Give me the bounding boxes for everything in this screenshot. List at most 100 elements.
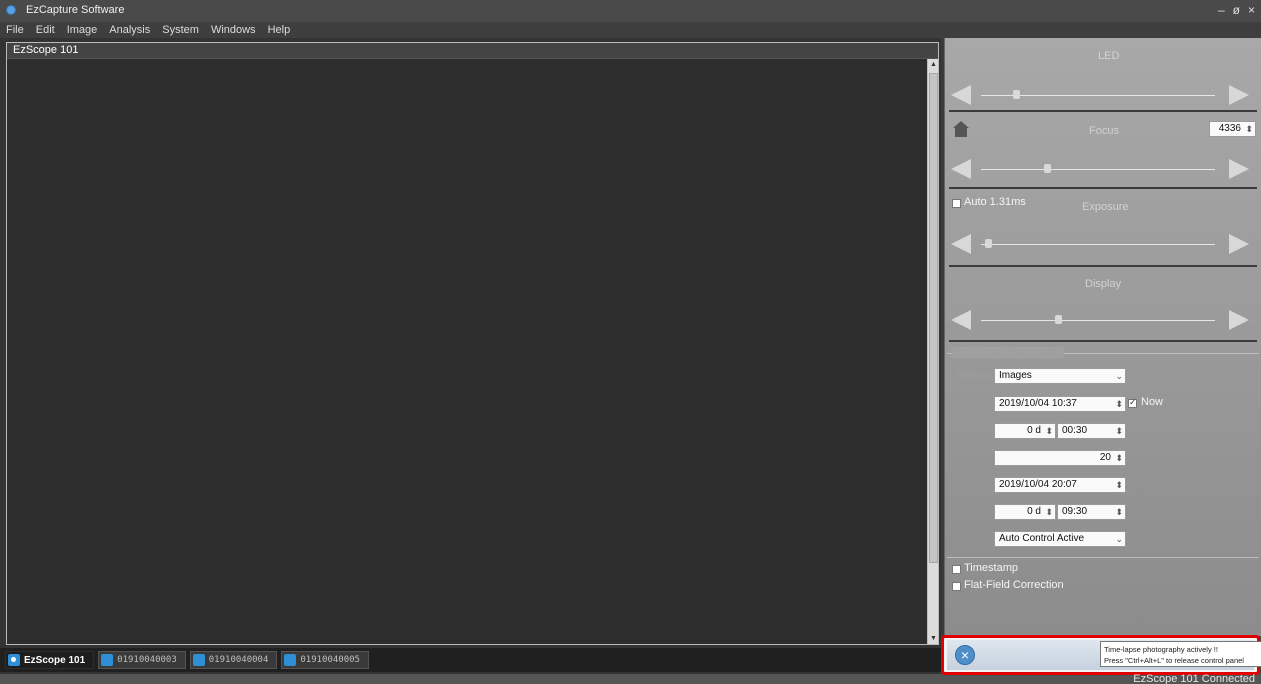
display-increase-button[interactable] <box>1229 310 1249 330</box>
spinner-arrows-icon[interactable]: ⬍ <box>1245 122 1253 136</box>
duration-time-value: 09:30 <box>1062 506 1088 517</box>
exposure-label: Exposure <box>1082 201 1129 213</box>
menu-help[interactable]: Help <box>268 22 291 38</box>
tab-label: 01910040004 <box>208 655 269 665</box>
focus-value-spinner[interactable]: 4336 ⬍ <box>1209 121 1256 137</box>
flatfield-label: Flat-Field Correction <box>964 579 1064 591</box>
focus-value: 4336 <box>1218 123 1241 134</box>
start-datetime-field[interactable]: 2019/10/04 10:37 ⬍ <box>994 396 1126 412</box>
focus-increase-button[interactable] <box>1229 159 1249 179</box>
led-decrease-button[interactable] <box>951 85 971 105</box>
image-file-icon <box>284 654 297 666</box>
divider <box>949 340 1257 342</box>
menu-edit[interactable]: Edit <box>36 22 55 38</box>
menu-analysis[interactable]: Analysis <box>109 22 150 38</box>
duration-days-value: 0 d <box>1027 506 1041 517</box>
close-notification-icon[interactable]: × <box>955 645 975 665</box>
scroll-down-icon[interactable]: ▼ <box>930 635 937 642</box>
spinner-arrows-icon[interactable]: ⬍ <box>1115 451 1123 465</box>
exposure-slider-knob[interactable] <box>985 239 993 248</box>
chevron-down-icon: ⌄ <box>1115 534 1123 544</box>
now-label: Now <box>1141 396 1164 408</box>
tab-label: 01910040003 <box>117 655 177 665</box>
image-file-icon <box>101 654 114 666</box>
control-panel: LED Focus 4336 ⬍ Auto 1.31ms Exposure x1 … <box>944 38 1261 636</box>
exposure-increase-button[interactable] <box>1229 234 1249 254</box>
menu-windows[interactable]: Windows <box>211 22 256 38</box>
display-label: Display <box>1085 278 1122 290</box>
end-datetime-field[interactable]: 2019/10/04 20:07 ⬍ <box>994 477 1126 493</box>
method-label: Method <box>957 371 991 382</box>
led-label: LED <box>1098 50 1120 62</box>
count-field[interactable]: 20 ⬍ <box>994 450 1126 466</box>
exposure-slider-track[interactable] <box>981 244 1215 245</box>
mode-select[interactable]: Auto Control Active ⌄ <box>994 531 1126 547</box>
tab-image-01910040005[interactable]: 01910040005 <box>281 651 369 669</box>
notification-line-1: Time-lapse photography actively !! <box>1104 645 1218 654</box>
exposure-decrease-button[interactable] <box>951 234 971 254</box>
tab-image-01910040003[interactable]: 01910040003 <box>98 651 186 669</box>
app-title: EzCapture Software <box>26 4 125 16</box>
display-scale-label: x1 <box>952 273 963 284</box>
method-value: Images <box>999 370 1032 381</box>
scrollbar-thumb[interactable] <box>929 73 938 563</box>
image-viewer[interactable] <box>7 59 927 644</box>
led-slider-knob[interactable] <box>1013 90 1021 99</box>
focus-slider-track[interactable] <box>981 169 1215 170</box>
notification-tooltip: Time-lapse photography actively !! Press… <box>1100 641 1261 667</box>
interval-days-value: 0 d <box>1027 425 1041 436</box>
window-controls: – ø × <box>1218 3 1255 17</box>
tab-label: 01910040005 <box>300 655 360 665</box>
document-title: EzScope 101 <box>7 43 938 59</box>
divider <box>949 187 1257 189</box>
status-bar <box>0 674 1261 684</box>
vertical-scrollbar[interactable]: ▲ ▼ <box>927 59 938 644</box>
scroll-up-icon[interactable]: ▲ <box>930 61 937 68</box>
auto-exposure-checkbox[interactable] <box>952 199 961 208</box>
duration-time-field[interactable]: 09:30 ⬍ <box>1057 504 1126 520</box>
display-slider-track[interactable] <box>981 320 1215 321</box>
workspace: EzScope 101 ▲ ▼ EzScope 101 01910040003 … <box>0 38 941 674</box>
group-border <box>947 557 1259 558</box>
focus-decrease-button[interactable] <box>951 159 971 179</box>
count-value: 20 <box>1099 452 1111 463</box>
tab-ezscope-101[interactable]: EzScope 101 <box>5 651 95 669</box>
end-datetime-value: 2019/10/04 20:07 <box>999 479 1077 490</box>
display-slider-knob[interactable] <box>1055 315 1063 324</box>
spinner-arrows-icon[interactable]: ⬍ <box>1115 397 1123 411</box>
spinner-arrows-icon[interactable]: ⬍ <box>1115 424 1123 438</box>
focus-label: Focus <box>1089 125 1119 137</box>
interval-time-field[interactable]: 00:30 ⬍ <box>1057 423 1126 439</box>
display-decrease-button[interactable] <box>951 310 971 330</box>
connection-status: EzScope 101 Connected <box>1133 673 1255 684</box>
led-increase-button[interactable] <box>1229 85 1249 105</box>
timelapse-notification: × Time-lapse photography actively !! Pre… <box>941 635 1261 675</box>
document-window: EzScope 101 ▲ ▼ <box>6 42 939 645</box>
timestamp-checkbox[interactable] <box>952 565 961 574</box>
spinner-arrows-icon[interactable]: ⬍ <box>1045 424 1053 438</box>
spinner-arrows-icon[interactable]: ⬍ <box>1115 505 1123 519</box>
close-button[interactable]: × <box>1248 3 1255 17</box>
restore-button[interactable]: ø <box>1233 3 1240 17</box>
spinner-arrows-icon[interactable]: ⬍ <box>1045 505 1053 519</box>
interval-time-value: 00:30 <box>1062 425 1088 436</box>
flatfield-checkbox[interactable] <box>952 582 961 591</box>
menu-system[interactable]: System <box>162 22 199 38</box>
home-icon[interactable] <box>952 120 970 138</box>
notification-bar: × Time-lapse photography actively !! Pre… <box>947 640 1261 670</box>
interval-days-field[interactable]: 0 d ⬍ <box>994 423 1056 439</box>
menu-file[interactable]: File <box>6 22 24 38</box>
menu-image[interactable]: Image <box>67 22 98 38</box>
now-checkbox[interactable] <box>1128 397 1137 408</box>
divider <box>949 110 1257 112</box>
method-select[interactable]: Images ⌄ <box>994 368 1126 384</box>
duration-days-field[interactable]: 0 d ⬍ <box>994 504 1056 520</box>
app-logo-icon <box>6 5 16 15</box>
tab-image-01910040004[interactable]: 01910040004 <box>189 651 278 669</box>
focus-slider-knob[interactable] <box>1043 164 1051 173</box>
minimize-button[interactable]: – <box>1218 3 1225 17</box>
spinner-arrows-icon[interactable]: ⬍ <box>1115 478 1123 492</box>
tab-label: EzScope 101 <box>24 654 86 666</box>
start-datetime-value: 2019/10/04 10:37 <box>999 398 1077 409</box>
menu-bar: File Edit Image Analysis System Windows … <box>0 22 1261 38</box>
